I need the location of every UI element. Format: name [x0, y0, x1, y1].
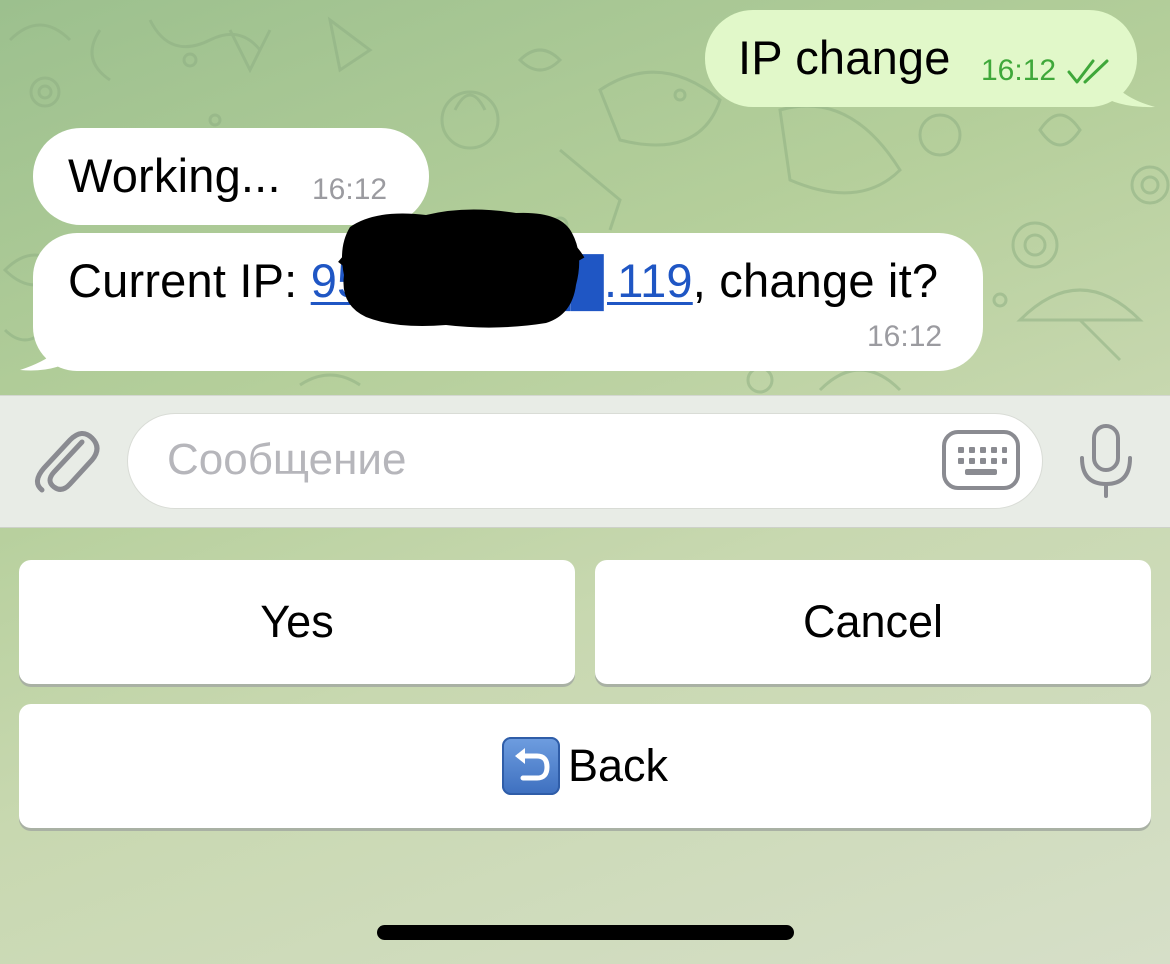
- incoming-message-text: Working...: [68, 149, 281, 202]
- message-time: 16:12: [867, 320, 943, 353]
- yes-button[interactable]: Yes: [19, 560, 575, 684]
- back-arrow-emoji-icon: [501, 737, 560, 795]
- message-text-suffix: , change it?: [692, 254, 939, 307]
- incoming-bubble-tail: [20, 325, 76, 371]
- message-text-prefix: Current IP:: [68, 254, 311, 307]
- message-input-placeholder: Сообщение: [167, 435, 407, 484]
- microphone-icon[interactable]: [1074, 422, 1138, 500]
- cancel-button[interactable]: Cancel: [595, 560, 1151, 684]
- double-check-icon: [1067, 59, 1109, 84]
- message-time: 16:12: [312, 173, 388, 206]
- paperclip-icon[interactable]: [30, 420, 100, 495]
- home-indicator: [377, 925, 794, 940]
- keyboard-icon[interactable]: [941, 429, 1021, 491]
- message-time: 16:12: [981, 54, 1057, 87]
- outgoing-message-text: IP change: [738, 31, 951, 84]
- redaction-mark: [338, 209, 585, 328]
- back-button-label: Back: [567, 740, 669, 791]
- back-button[interactable]: Back: [19, 704, 1151, 828]
